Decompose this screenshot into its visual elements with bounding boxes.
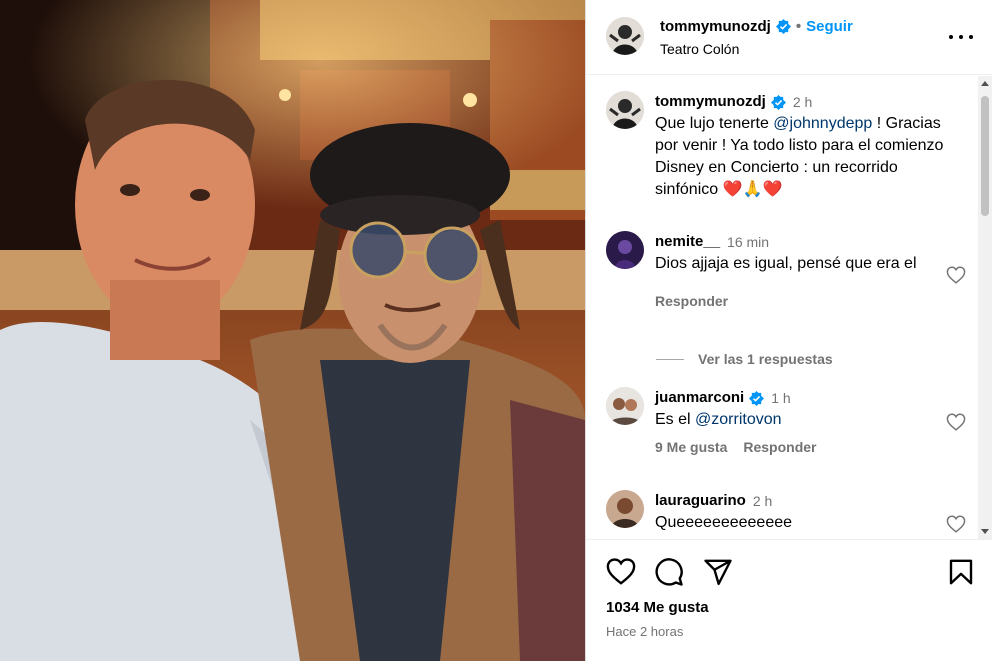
- likes-count[interactable]: 1034 Me gusta: [606, 599, 709, 616]
- caption-emojis: ❤️🙏❤️: [722, 181, 783, 198]
- author-avatar[interactable]: [606, 17, 644, 55]
- post-actions-bar: 1034 Me gusta Hace 2 horas: [586, 539, 992, 661]
- comment-time[interactable]: 1 h: [771, 387, 790, 409]
- comment-time[interactable]: 2 h: [753, 490, 772, 512]
- comment-time[interactable]: 16 min: [727, 231, 769, 253]
- comment-text: Queeeeeeeeeeeee: [655, 514, 793, 531]
- separator-dot: •: [795, 18, 802, 35]
- scroll-down-arrow[interactable]: [981, 529, 989, 534]
- verified-badge-icon: [749, 390, 765, 406]
- author-row: tommymunozdj • Seguir: [660, 18, 853, 35]
- scroll-thumb[interactable]: [981, 96, 989, 216]
- author-username[interactable]: tommymunozdj: [660, 18, 771, 35]
- comment-username[interactable]: juanmarconi: [655, 387, 744, 409]
- comment-heart-icon[interactable]: [946, 413, 966, 431]
- verified-badge-icon: [770, 94, 786, 110]
- post-header: tommymunozdj • Seguir Teatro Colón: [586, 0, 992, 75]
- post-side-panel: tommymunozdj • Seguir Teatro Colón tommy…: [585, 0, 992, 661]
- comment-avatar[interactable]: [606, 231, 644, 269]
- post-photo[interactable]: [0, 0, 585, 661]
- comment-mention[interactable]: @zorritovon: [695, 411, 782, 428]
- replies-divider: [656, 358, 684, 360]
- comment-text: Dios ajjaja es igual, pensé que era el: [655, 255, 917, 272]
- view-replies-button[interactable]: Ver las 1 respuestas: [656, 351, 833, 367]
- comment-heart-icon[interactable]: [946, 515, 966, 533]
- reply-button[interactable]: Responder: [743, 439, 816, 455]
- photo-illustration: [0, 0, 585, 661]
- reply-button[interactable]: Responder: [655, 293, 728, 309]
- comment-icon[interactable]: [654, 557, 684, 587]
- caption-text: Que lujo tenerte @johnnydepp ! Gracias p…: [655, 113, 955, 201]
- bookmark-icon[interactable]: [946, 557, 976, 587]
- more-icon[interactable]: [949, 27, 973, 47]
- comment-heart-icon[interactable]: [946, 266, 966, 284]
- comment-text: Es el @zorritovon: [655, 409, 955, 431]
- comment-username[interactable]: nemite__: [655, 231, 720, 253]
- comment-avatar[interactable]: [606, 387, 644, 425]
- view-replies-label: Ver las 1 respuestas: [698, 351, 833, 367]
- comment-text-before: Es el: [655, 411, 696, 428]
- comment-avatar[interactable]: [606, 490, 644, 528]
- caption-time[interactable]: 2 h: [793, 91, 812, 113]
- comment-username[interactable]: lauraguarino: [655, 490, 746, 512]
- verified-badge-icon: [775, 19, 791, 34]
- caption-avatar[interactable]: [606, 91, 644, 129]
- heart-icon[interactable]: [606, 557, 636, 587]
- share-icon[interactable]: [703, 557, 733, 587]
- comments-scrollbar[interactable]: [978, 76, 992, 539]
- post-location[interactable]: Teatro Colón: [660, 41, 739, 57]
- scroll-up-arrow[interactable]: [981, 81, 989, 86]
- post-timestamp[interactable]: Hace 2 horas: [606, 624, 683, 639]
- caption-username[interactable]: tommymunozdj: [655, 91, 766, 113]
- follow-button[interactable]: Seguir: [806, 18, 853, 35]
- comment-likes[interactable]: 9 Me gusta: [655, 439, 727, 455]
- caption-text-before: Que lujo tenerte: [655, 115, 774, 132]
- caption-mention[interactable]: @johnnydepp: [773, 115, 872, 132]
- comments-list[interactable]: tommymunozdj 2 h Que lujo tenerte @johnn…: [586, 76, 992, 539]
